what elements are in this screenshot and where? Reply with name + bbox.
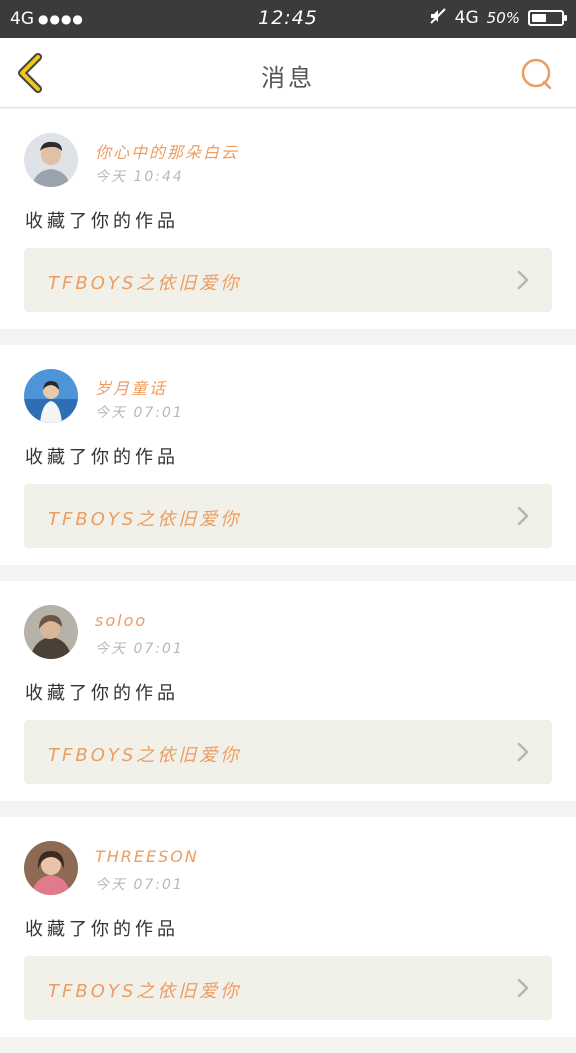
chevron-right-icon bbox=[517, 270, 529, 290]
timestamp: 今天 10:44 bbox=[95, 169, 184, 185]
action-text: 收藏了你的作品 bbox=[25, 919, 179, 940]
mute-icon bbox=[429, 7, 447, 29]
search-icon bbox=[521, 58, 552, 90]
avatar[interactable] bbox=[24, 841, 78, 895]
message-card: 你心中的那朵白云 今天 10:44 收藏了你的作品 TFBOYS之依旧爱你 bbox=[0, 109, 576, 329]
network-type-label: 4G bbox=[454, 8, 479, 28]
work-title: TFBOYS之依旧爱你 bbox=[48, 981, 242, 1002]
app-header: 消息 bbox=[0, 38, 576, 108]
work-link[interactable]: TFBOYS之依旧爱你 bbox=[24, 720, 552, 784]
username[interactable]: THREESON bbox=[95, 847, 199, 866]
message-card: THREESON 今天 07:01 收藏了你的作品 TFBOYS之依旧爱你 bbox=[0, 817, 576, 1037]
action-text: 收藏了你的作品 bbox=[25, 683, 179, 704]
action-text: 收藏了你的作品 bbox=[25, 447, 179, 468]
message-card: 岁月童话 今天 07:01 收藏了你的作品 TFBOYS之依旧爱你 bbox=[0, 345, 576, 565]
chevron-right-icon bbox=[517, 978, 529, 998]
avatar[interactable] bbox=[24, 369, 78, 423]
work-link[interactable]: TFBOYS之依旧爱你 bbox=[24, 248, 552, 312]
page-title: 消息 bbox=[261, 64, 315, 92]
avatar[interactable] bbox=[24, 605, 78, 659]
status-bar: 4G ●●●● 12:45 4G 50% bbox=[0, 0, 576, 38]
username[interactable]: 岁月童话 bbox=[95, 375, 167, 399]
action-text: 收藏了你的作品 bbox=[25, 211, 179, 232]
timestamp: 今天 07:01 bbox=[95, 405, 184, 421]
work-title: TFBOYS之依旧爱你 bbox=[48, 273, 242, 294]
message-card: soloo 今天 07:01 收藏了你的作品 TFBOYS之依旧爱你 bbox=[0, 581, 576, 801]
battery-icon bbox=[528, 10, 567, 26]
avatar[interactable] bbox=[24, 133, 78, 187]
search-button[interactable] bbox=[520, 57, 554, 91]
work-link[interactable]: TFBOYS之依旧爱你 bbox=[24, 956, 552, 1020]
status-icons: 4G 50% bbox=[429, 7, 567, 29]
work-title: TFBOYS之依旧爱你 bbox=[48, 745, 242, 766]
username[interactable]: 你心中的那朵白云 bbox=[95, 139, 239, 163]
chevron-right-icon bbox=[517, 742, 529, 762]
timestamp: 今天 07:01 bbox=[95, 877, 184, 893]
chevron-right-icon bbox=[517, 506, 529, 526]
timestamp: 今天 07:01 bbox=[95, 641, 184, 657]
work-title: TFBOYS之依旧爱你 bbox=[48, 509, 242, 530]
work-link[interactable]: TFBOYS之依旧爱你 bbox=[24, 484, 552, 548]
username[interactable]: soloo bbox=[95, 611, 147, 630]
battery-percent: 50% bbox=[486, 9, 520, 27]
message-list: 你心中的那朵白云 今天 10:44 收藏了你的作品 TFBOYS之依旧爱你 岁月… bbox=[0, 109, 576, 1053]
